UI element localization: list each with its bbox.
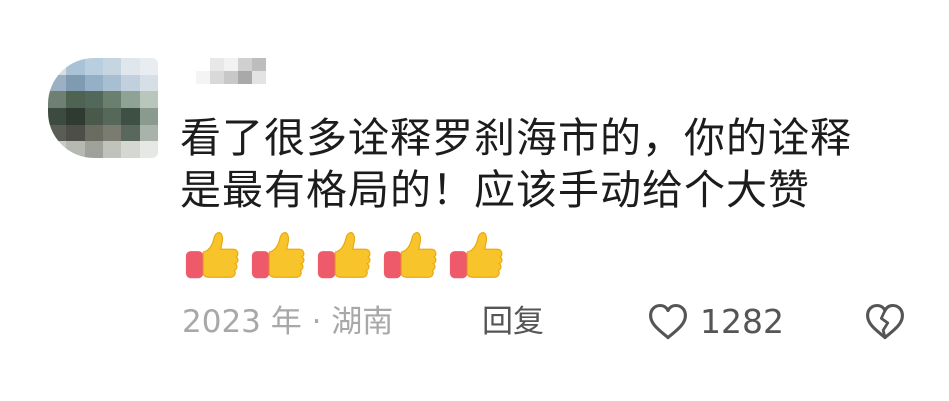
thumbs-up-emoji-icon [251,232,305,279]
avatar-mosaic-pixel [84,141,103,158]
username-blur-pixel [210,71,224,84]
like-button[interactable]: 1282 [646,298,784,346]
avatar-mosaic-pixel [139,74,158,92]
comment-item: 看了很多诠释罗刹海市的，你的诠释 是最有格局的！应该手动给个大赞 2023 年 … [0,0,949,401]
username-blur-pixel [238,58,252,71]
emoji-row [183,226,505,284]
heart-outline-icon[interactable] [646,300,690,344]
avatar-mosaic-pixel [121,107,140,125]
avatar-mosaic-pixel [48,124,67,142]
reply-button[interactable]: 回复 [482,300,544,344]
username-blur-pixel [224,71,238,84]
avatar-mosaic-pixel [66,74,85,92]
avatar-mosaic-pixel [103,107,122,125]
avatar-mosaic-pixel [103,141,122,158]
avatar-mosaic-pixel [48,74,67,92]
comment-meta: 2023 年 · 湖南 [182,304,394,340]
avatar-mosaic-pixel [66,124,85,142]
username-blur-pixel [238,71,252,84]
thumbs-up-emoji-icon [317,232,371,279]
avatar-mosaic-pixel [84,74,103,92]
username-blur-pixel [196,58,210,71]
avatar[interactable] [48,58,158,158]
username-blurred[interactable] [196,58,266,84]
comment-text-line-1: 看了很多诠释罗刹海市的，你的诠释 [180,114,852,162]
broken-heart-icon[interactable] [862,300,908,344]
avatar-mosaic-pixel [84,58,103,75]
avatar-mosaic-pixel [139,58,158,75]
avatar-mosaic-pixel [121,141,140,158]
avatar-mosaic-pixel [139,107,158,125]
comment-text: 看了很多诠释罗刹海市的，你的诠释 是最有格局的！应该手动给个大赞 [180,112,920,216]
avatar-mosaic-pixel [121,124,140,142]
thumbs-up-emoji-icon [449,232,503,279]
username-blur-pixel [224,58,238,71]
avatar-mosaic-pixel [48,107,67,125]
avatar-mosaic-pixel [139,124,158,142]
thumbs-up-emoji-icon [185,232,239,279]
avatar-mosaic-pixel [139,91,158,108]
avatar-mosaic-pixel [84,124,103,142]
avatar-mosaic-pixel [103,74,122,92]
avatar-mosaic-pixel [48,58,67,75]
username-blur-pixel [196,71,210,84]
avatar-mosaic-pixel [121,74,140,92]
avatar-mosaic-pixel [103,124,122,142]
avatar-mosaic-pixel [66,58,85,75]
avatar-mosaic-pixel [66,141,85,158]
avatar-mosaic-pixel [48,141,67,158]
avatar-mosaic-pixel [121,58,140,75]
username-blur-pixel [252,71,266,84]
avatar-mosaic-pixel [84,107,103,125]
avatar-mosaic-pixel [103,91,122,108]
avatar-mosaic-pixel [139,141,158,158]
comment-text-line-2: 是最有格局的！应该手动给个大赞 [180,166,810,214]
avatar-mosaic-pixel [103,58,122,75]
thumbs-up-emoji-icon [383,232,437,279]
avatar-mosaic-pixel [66,107,85,125]
avatar-mosaic-pixel [84,91,103,108]
avatar-mosaic-pixel [66,91,85,108]
avatar-mosaic-pixel [48,91,67,108]
username-blur-pixel [252,58,266,71]
like-count: 1282 [700,302,784,341]
username-blur-pixel [210,58,224,71]
avatar-mosaic-pixel [121,91,140,108]
